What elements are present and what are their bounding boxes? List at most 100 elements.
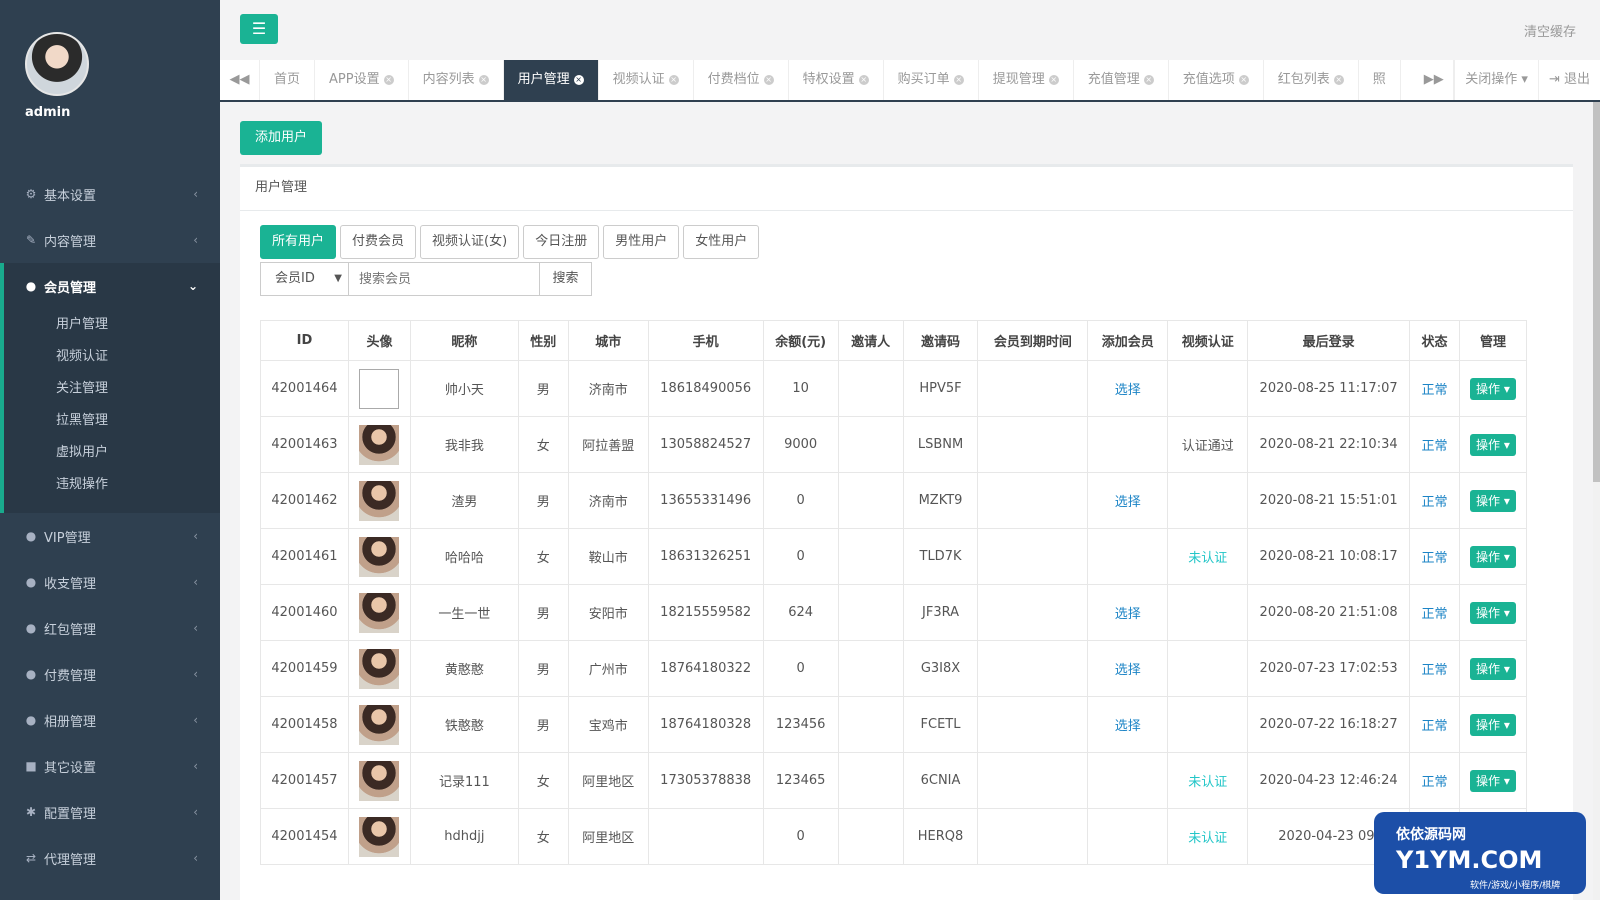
video-verify-status[interactable]: 未认证 bbox=[1188, 775, 1227, 790]
page-scrollbar[interactable] bbox=[1593, 102, 1600, 900]
close-icon[interactable]: × bbox=[1048, 74, 1059, 85]
tab-user-manage[interactable]: 用户管理 × bbox=[503, 60, 599, 100]
tab-paid-tiers[interactable]: 付费档位 × bbox=[694, 60, 789, 100]
search-field-select[interactable]: 会员ID ▼ bbox=[260, 262, 348, 296]
tab-label: 首页 bbox=[274, 72, 301, 87]
add-member-link[interactable]: 选择 bbox=[1115, 719, 1141, 734]
filter-all-users[interactable]: 所有用户 bbox=[260, 225, 337, 259]
filter-today-registered[interactable]: 今日注册 bbox=[523, 225, 600, 259]
operate-button[interactable]: 操作 ▾ bbox=[1470, 377, 1516, 400]
cell-invite-code: MZKT9 bbox=[902, 472, 979, 529]
video-verify-status[interactable]: 未认证 bbox=[1188, 831, 1227, 846]
cell-gender: 男 bbox=[517, 640, 569, 697]
cell-inviter bbox=[837, 528, 904, 585]
sidebar-item-content[interactable]: ✎ 内容管理 ‹ bbox=[0, 217, 220, 263]
tab-photo[interactable]: 照 bbox=[1359, 60, 1401, 100]
status-link[interactable]: 正常 bbox=[1421, 439, 1447, 454]
edit-icon: ✎ bbox=[25, 233, 37, 247]
sidebar-subitem-video-verify[interactable]: 视频认证 bbox=[4, 341, 220, 373]
sidebar-item-members[interactable]: ● 会员管理 ⌄ bbox=[4, 263, 220, 309]
avatar bbox=[359, 480, 400, 521]
close-icon[interactable]: × bbox=[1333, 74, 1344, 85]
scrollbar-thumb[interactable] bbox=[1593, 102, 1600, 482]
filter-female-users[interactable]: 女性用户 bbox=[683, 225, 760, 259]
menu-toggle-button[interactable]: ☰ bbox=[240, 14, 278, 44]
operate-button[interactable]: 操作 ▾ bbox=[1470, 545, 1516, 568]
tab-list: 首页 APP设置 × 内容列表 × 用户管理 × 视频认证 × 付费档位 × 特权设置 × … bbox=[260, 60, 1414, 100]
cell-gender: 女 bbox=[517, 808, 569, 865]
operate-button[interactable]: 操作 ▾ bbox=[1470, 713, 1516, 736]
close-icon[interactable]: × bbox=[858, 74, 869, 85]
video-verify-status[interactable]: 未认证 bbox=[1188, 551, 1227, 566]
status-link[interactable]: 正常 bbox=[1421, 551, 1447, 566]
close-icon[interactable]: × bbox=[953, 74, 964, 85]
tab-app-settings[interactable]: APP设置 × bbox=[315, 60, 409, 100]
sidebar-item-config[interactable]: ✱ 配置管理 ‹ bbox=[0, 789, 220, 835]
status-link[interactable]: 正常 bbox=[1421, 383, 1447, 398]
filter-paid-members[interactable]: 付费会员 bbox=[340, 225, 417, 259]
status-link[interactable]: 正常 bbox=[1421, 495, 1447, 510]
close-icon[interactable]: × bbox=[668, 74, 679, 85]
sidebar-subitem-block-manage[interactable]: 拉黑管理 bbox=[4, 405, 220, 437]
tab-withdraw[interactable]: 提现管理 × bbox=[979, 60, 1074, 100]
tab-recharge-options[interactable]: 充值选项 × bbox=[1169, 60, 1264, 100]
close-icon[interactable]: × bbox=[383, 74, 394, 85]
status-link[interactable]: 正常 bbox=[1421, 607, 1447, 622]
cell-status: 正常 bbox=[1409, 416, 1460, 473]
tab-redpacket-list[interactable]: 红包列表 × bbox=[1264, 60, 1359, 100]
close-ops-dropdown[interactable]: 关闭操作 ▾ bbox=[1454, 60, 1538, 100]
close-icon[interactable]: × bbox=[1143, 74, 1154, 85]
operate-button[interactable]: 操作 ▾ bbox=[1470, 657, 1516, 680]
sidebar-item-basic-settings[interactable]: ⚙ 基本设置 ‹ bbox=[0, 171, 220, 217]
sidebar-subitem-virtual-users[interactable]: 虚拟用户 bbox=[4, 437, 220, 469]
close-icon[interactable]: × bbox=[573, 74, 584, 85]
tabs-scroll-right-icon[interactable]: ▶▶ bbox=[1414, 60, 1455, 100]
sidebar-item-paid[interactable]: ● 付费管理 ‹ bbox=[0, 651, 220, 697]
close-icon[interactable]: × bbox=[763, 74, 774, 85]
sidebar-item-redpacket[interactable]: ● 红包管理 ‹ bbox=[0, 605, 220, 651]
tab-content-list[interactable]: 内容列表 × bbox=[409, 60, 504, 100]
tabs-scroll-left-icon[interactable]: ◀◀ bbox=[220, 60, 260, 100]
tab-recharge[interactable]: 充值管理 × bbox=[1074, 60, 1169, 100]
tab-home[interactable]: 首页 bbox=[260, 60, 316, 100]
status-link[interactable]: 正常 bbox=[1421, 663, 1447, 678]
add-member-link[interactable]: 选择 bbox=[1115, 383, 1141, 398]
operate-button[interactable]: 操作 ▾ bbox=[1470, 769, 1516, 792]
add-member-link[interactable]: 选择 bbox=[1115, 607, 1141, 622]
sidebar-item-vip[interactable]: ● VIP管理 ‹ bbox=[0, 513, 220, 559]
filter-video-verified-female[interactable]: 视频认证(女) bbox=[420, 225, 520, 259]
operate-button[interactable]: 操作 ▾ bbox=[1470, 433, 1516, 456]
sidebar-item-album[interactable]: ● 相册管理 ‹ bbox=[0, 697, 220, 743]
close-icon[interactable]: × bbox=[1238, 74, 1249, 85]
cell-city: 鞍山市 bbox=[567, 528, 649, 585]
sidebar-subitem-follow-manage[interactable]: 关注管理 bbox=[4, 373, 220, 405]
status-link[interactable]: 正常 bbox=[1421, 719, 1447, 734]
cell-invite-code: HPV5F bbox=[902, 360, 979, 417]
add-user-button[interactable]: 添加用户 bbox=[240, 121, 322, 155]
operate-button[interactable]: 操作 ▾ bbox=[1470, 601, 1516, 624]
operate-button[interactable]: 操作 ▾ bbox=[1470, 489, 1516, 512]
sidebar-subitem-user-manage[interactable]: 用户管理 bbox=[4, 309, 220, 341]
filter-male-users[interactable]: 男性用户 bbox=[603, 225, 680, 259]
cell-nickname: 黄憨憨 bbox=[409, 640, 519, 697]
tab-video-verify[interactable]: 视频认证 × bbox=[599, 60, 694, 100]
close-icon[interactable]: × bbox=[478, 74, 489, 85]
tab-privilege[interactable]: 特权设置 × bbox=[789, 60, 884, 100]
add-member-link[interactable]: 选择 bbox=[1115, 495, 1141, 510]
logout-button[interactable]: ⇥ 退出 bbox=[1537, 60, 1600, 100]
search-input[interactable] bbox=[348, 262, 540, 296]
cell-phone: 18631326251 bbox=[647, 528, 764, 585]
sidebar-item-label: 会员管理 bbox=[44, 280, 97, 296]
sidebar-item-agent[interactable]: ⇄ 代理管理 ‹ bbox=[0, 835, 220, 881]
admin-avatar[interactable] bbox=[25, 32, 89, 96]
status-link[interactable]: 正常 bbox=[1421, 775, 1447, 790]
sidebar-item-other-settings[interactable]: ■ 其它设置 ‹ bbox=[0, 743, 220, 789]
search-button[interactable]: 搜索 bbox=[540, 262, 592, 296]
clear-cache-link[interactable]: 清空缓存 bbox=[1524, 21, 1576, 40]
tab-orders[interactable]: 购买订单 × bbox=[884, 60, 979, 100]
sidebar-item-finance[interactable]: ● 收支管理 ‹ bbox=[0, 559, 220, 605]
sidebar-subitem-violations[interactable]: 违规操作 bbox=[4, 469, 220, 501]
add-member-link[interactable]: 选择 bbox=[1115, 663, 1141, 678]
user-icon: ● bbox=[25, 621, 37, 635]
admin-name[interactable]: admin bbox=[25, 105, 220, 120]
